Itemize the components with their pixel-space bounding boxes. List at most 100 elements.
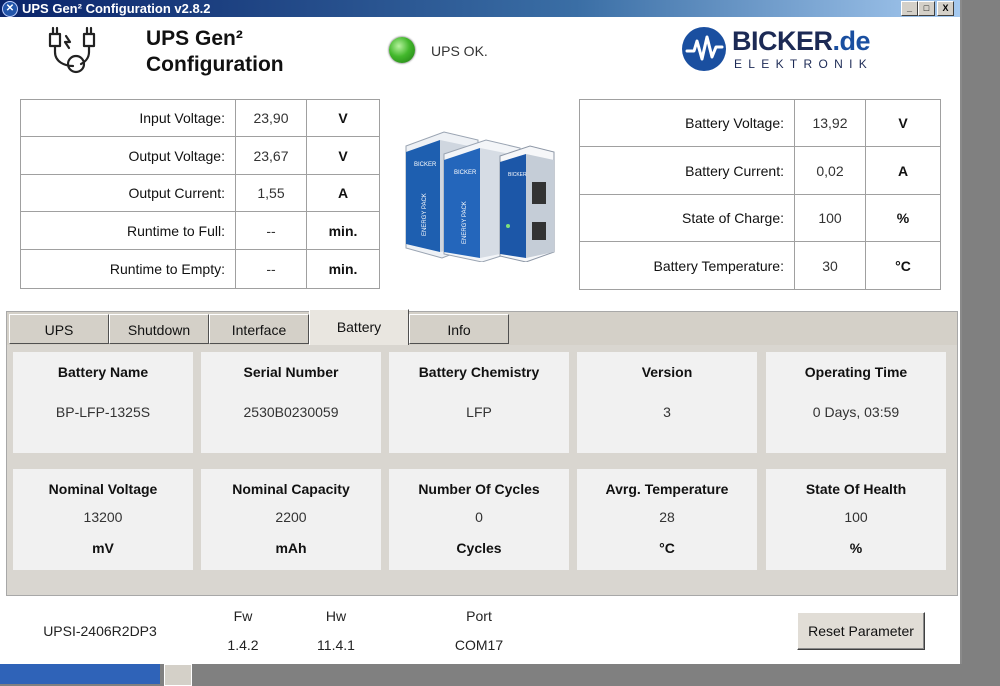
card-unit: mV	[92, 540, 114, 556]
measurement-unit: V	[306, 99, 380, 137]
card-heading: Number Of Cycles	[418, 481, 540, 497]
measurement-unit: A	[865, 146, 941, 195]
taskbar-button[interactable]	[164, 664, 192, 686]
card-unit: Cycles	[456, 540, 502, 556]
close-button[interactable]: X	[937, 1, 954, 16]
measurement-row: Battery Voltage: 13,92 V	[579, 99, 941, 147]
card-heading: Nominal Capacity	[232, 481, 350, 497]
measurement-unit: min.	[306, 211, 380, 250]
card-value: 100	[844, 509, 868, 525]
measurement-label: Output Current:	[20, 174, 236, 212]
card-unit: mAh	[275, 540, 307, 556]
tab-battery[interactable]: Battery	[309, 309, 409, 345]
output-measurements-table: Input Voltage: 23,90 V Output Voltage: 2…	[20, 99, 380, 289]
measurement-row: Runtime to Full: -- min.	[20, 211, 380, 250]
measurement-unit: %	[865, 194, 941, 242]
battery-measurements-table: Battery Voltage: 13,92 V Battery Current…	[579, 99, 941, 290]
measurement-row: Runtime to Empty: -- min.	[20, 249, 380, 289]
average-temperature-card: Avrg. Temperature 28 °C	[577, 469, 757, 570]
card-heading: Serial Number	[243, 364, 339, 380]
app-window: ✕ UPS Gen² Configuration v2.8.2 _ □ X UP…	[0, 0, 962, 664]
card-value: 3	[663, 404, 671, 420]
measurement-unit: V	[306, 136, 380, 175]
measurement-unit: °C	[865, 241, 941, 290]
bicker-logo: BICKER.de ELEKTRONIK	[682, 26, 912, 76]
card-value: 0 Days, 03:59	[812, 404, 900, 420]
tab-shutdown[interactable]: Shutdown	[109, 314, 209, 344]
taskbar	[0, 664, 160, 684]
battery-panel: Battery Name BP-LFP-1325S Serial Number …	[7, 345, 957, 595]
card-value: 13200	[83, 509, 123, 525]
hw-value: 11.4.1	[317, 637, 355, 653]
product-label-middle-top: BICKER	[454, 170, 477, 176]
card-heading: Battery Chemistry	[418, 364, 540, 380]
card-heading: Version	[641, 364, 693, 380]
window-title: UPS Gen² Configuration v2.8.2	[22, 1, 211, 16]
title-bar[interactable]: ✕ UPS Gen² Configuration v2.8.2 _ □ X	[0, 0, 960, 17]
reset-parameter-button[interactable]: Reset Parameter	[797, 612, 925, 650]
tab-interface[interactable]: Interface	[209, 314, 309, 344]
measurement-value: --	[235, 211, 307, 250]
card-value: 28	[659, 509, 675, 525]
measurement-unit: A	[306, 174, 380, 212]
card-heading: State Of Health	[805, 481, 907, 497]
device-model: UPSI-2406R2DP3	[43, 623, 157, 639]
card-value: 2530B0230059	[243, 404, 339, 420]
fw-value: 1.4.2	[227, 637, 259, 653]
nominal-voltage-card: Nominal Voltage 13200 mV	[13, 469, 193, 570]
tab-info[interactable]: Info	[409, 314, 509, 344]
measurement-value: 23,67	[235, 136, 307, 175]
measurement-label: State of Charge:	[579, 194, 795, 242]
status-text: UPS OK.	[431, 43, 488, 59]
measurement-row: Output Voltage: 23,67 V	[20, 136, 380, 175]
card-heading: Nominal Voltage	[48, 481, 158, 497]
product-label-right-top: BICKER	[508, 172, 527, 178]
measurement-value: 0,02	[794, 146, 866, 195]
logo-brand: BICKER.de	[732, 26, 871, 57]
measurement-value: 1,55	[235, 174, 307, 212]
fw-label: Fw	[233, 608, 253, 624]
measurement-label: Battery Current:	[579, 146, 795, 195]
tab-ups[interactable]: UPS	[9, 314, 109, 344]
card-value: 2200	[275, 509, 307, 525]
measurement-label: Runtime to Full:	[20, 211, 236, 250]
measurement-value: 13,92	[794, 99, 866, 147]
battery-name-card: Battery Name BP-LFP-1325S	[13, 352, 193, 453]
tab-control: UPS Shutdown Interface Battery Info Batt…	[6, 309, 958, 596]
measurement-value: --	[235, 249, 307, 289]
operating-time-card: Operating Time 0 Days, 03:59	[766, 352, 946, 453]
measurement-unit: V	[865, 99, 941, 147]
ups-product-image: BICKER ENERGY PACK BICKER ENERGY PACK BI…	[405, 131, 555, 262]
logo-subtitle: ELEKTRONIK	[734, 57, 874, 71]
page-title-line2: Configuration	[146, 53, 284, 76]
battery-plug-cable-icon	[48, 26, 96, 74]
measurement-row: Input Voltage: 23,90 V	[20, 99, 380, 137]
logo-mark-icon	[682, 27, 726, 71]
minimize-button[interactable]: _	[901, 1, 918, 16]
measurement-value: 23,90	[235, 99, 307, 137]
card-heading: Operating Time	[804, 364, 908, 380]
product-label-middle-side: ENERGY PACK	[462, 201, 468, 244]
page-title: UPS Gen² Configuration	[146, 26, 284, 78]
battery-chemistry-card: Battery Chemistry LFP	[389, 352, 569, 453]
measurement-label: Battery Voltage:	[579, 99, 795, 147]
maximize-button[interactable]: □	[918, 1, 935, 16]
measurement-label: Input Voltage:	[20, 99, 236, 137]
measurement-value: 100	[794, 194, 866, 242]
page-title-line1: UPS Gen²	[146, 27, 243, 50]
measurement-label: Output Voltage:	[20, 136, 236, 175]
measurement-row: State of Charge: 100 %	[579, 194, 941, 242]
measurement-row: Output Current: 1,55 A	[20, 174, 380, 212]
status-led-icon	[389, 37, 415, 63]
measurement-value: 30	[794, 241, 866, 290]
product-label-left-side: ENERGY PACK	[422, 193, 428, 236]
number-of-cycles-card: Number Of Cycles 0 Cycles	[389, 469, 569, 570]
logo-brand-suffix: .de	[832, 26, 871, 56]
product-label-left-top: BICKER	[414, 162, 437, 168]
card-value: BP-LFP-1325S	[55, 404, 151, 420]
measurement-unit: min.	[306, 249, 380, 289]
nominal-capacity-card: Nominal Capacity 2200 mAh	[201, 469, 381, 570]
measurement-label: Runtime to Empty:	[20, 249, 236, 289]
app-icon: ✕	[2, 1, 18, 17]
measurement-row: Battery Current: 0,02 A	[579, 146, 941, 195]
